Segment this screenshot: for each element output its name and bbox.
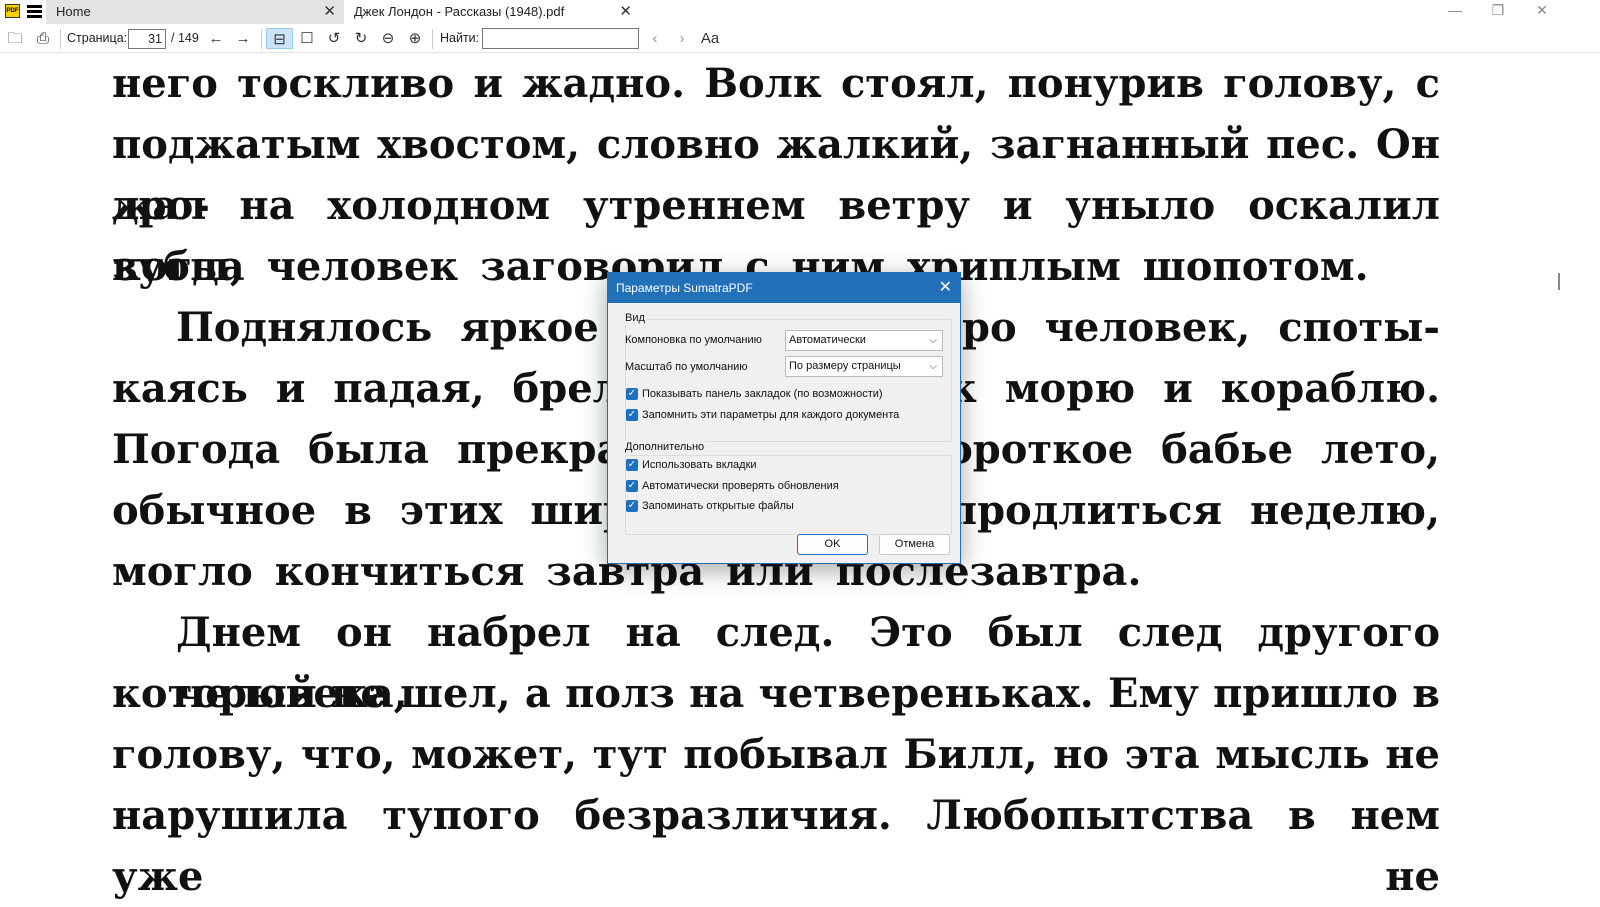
page-label: Страница: — [67, 31, 128, 45]
close-tab-icon[interactable]: ✕ — [323, 0, 336, 24]
check-updates-checkbox[interactable]: ✓ Автоматически проверять обновления — [626, 479, 839, 493]
text-line: Днем он набрел на след. Это был след дру… — [176, 609, 1440, 717]
remember-settings-checkbox[interactable]: ✓ Запомнить эти параметры для каждого док… — [626, 408, 899, 422]
text-segment: о продлиться неделю, — [893, 487, 1440, 534]
show-bookmarks-checkbox[interactable]: ✓ Показывать панель закладок (по возможно… — [626, 387, 883, 401]
checkmark-icon: ✓ — [626, 480, 638, 492]
checkbox-label: Запоминать открытые файлы — [642, 500, 794, 512]
dialog-title: Параметры SumatraPDF — [616, 281, 753, 295]
zoom-out-icon[interactable]: ⊖ — [377, 28, 399, 49]
find-prev-icon[interactable]: ‹ — [645, 28, 665, 49]
tab-label: Джек Лондон - Рассказы (1948).pdf — [354, 4, 565, 19]
zoom-label: Масштаб по умолчанию — [625, 361, 748, 373]
text-line: который не шел, а полз на четвереньках. … — [112, 670, 1440, 717]
tab-label: Home — [56, 4, 91, 19]
remember-files-checkbox[interactable]: ✓ Запоминать открытые файлы — [626, 499, 794, 513]
checkmark-icon: ✓ — [626, 388, 638, 400]
toolbar: 🗀 ⎙ Страница: 31 / 149 ← → ⊟ ☐ ↺ ↻ ⊖ ⊕ Н… — [0, 24, 1600, 53]
rotate-left-icon[interactable]: ↺ — [323, 28, 345, 49]
tab-document[interactable]: Джек Лондон - Рассказы (1948).pdf ✕ — [344, 0, 640, 24]
checkbox-label: Автоматически проверять обновления — [642, 480, 839, 492]
separator — [261, 29, 262, 49]
next-page-icon[interactable]: → — [232, 28, 254, 49]
group-label: Вид — [624, 312, 646, 324]
find-input[interactable] — [482, 28, 639, 49]
text-line: жал на холодном утреннем ветру и уныло о… — [112, 182, 1440, 290]
text-segment: обычное в этих широ — [112, 487, 658, 534]
close-tab-icon[interactable]: ✕ — [619, 0, 632, 24]
text-segment: Поднялось яркое с — [176, 304, 652, 351]
open-folder-icon[interactable]: 🗀 — [5, 28, 25, 49]
layout-select[interactable]: Автоматически ⌵ — [785, 330, 943, 351]
zoom-in-icon[interactable]: ⊕ — [404, 28, 426, 49]
single-page-layout-icon[interactable]: ☐ — [296, 28, 318, 49]
text-line: нарушила тупого безразличия. Любопытства… — [112, 792, 1440, 900]
text-segment: каясь и падая, брел п — [112, 365, 679, 412]
rotate-right-icon[interactable]: ↻ — [350, 28, 372, 49]
text-segment: Погода была прекрас — [112, 426, 647, 473]
print-icon[interactable]: ⎙ — [32, 28, 54, 49]
text-line: голову, что, может, тут побывал Билл, но… — [112, 731, 1440, 778]
settings-dialog: Параметры SumatraPDF ✕ Вид Компоновка по … — [607, 272, 961, 564]
text-segment: утро человек, споты- — [911, 304, 1440, 351]
select-value: По размеру страницы — [789, 360, 901, 372]
page-number-input[interactable]: 31 — [128, 29, 166, 49]
chevron-down-icon: ⌵ — [929, 335, 937, 346]
close-icon[interactable]: ✕ — [939, 273, 952, 303]
maximize-button[interactable]: ❐ — [1483, 2, 1513, 19]
minimize-button[interactable]: — — [1440, 2, 1470, 18]
cancel-button[interactable]: Отмена — [879, 534, 950, 555]
text-line: него тоскливо и жадно. Волк стоял, понур… — [112, 60, 1440, 107]
chevron-down-icon: ⌵ — [929, 361, 937, 372]
text-segment: короткое бабье лето, — [917, 426, 1440, 473]
separator — [60, 29, 61, 49]
app-logo-icon: PDF — [5, 4, 20, 18]
ok-button[interactable]: OK — [797, 534, 868, 555]
find-label: Найти: — [440, 31, 480, 45]
select-value: Автоматически — [789, 334, 866, 346]
use-tabs-checkbox[interactable]: ✓ Использовать вкладки — [626, 458, 757, 472]
prev-page-icon[interactable]: ← — [205, 28, 227, 49]
match-case-icon[interactable]: Aa — [699, 28, 721, 49]
checkbox-label: Показывать панель закладок (по возможнос… — [642, 388, 883, 400]
checkmark-icon: ✓ — [626, 459, 638, 471]
separator — [432, 29, 433, 49]
tab-home[interactable]: Home ✕ — [46, 0, 344, 24]
checkmark-icon: ✓ — [626, 500, 638, 512]
continuous-layout-icon[interactable]: ⊟ — [266, 28, 293, 49]
text-segment: к морю и кораблю. — [947, 365, 1440, 412]
checkbox-label: Запомнить эти параметры для каждого доку… — [642, 409, 900, 421]
title-bar: PDF Home ✕ Джек Лондон - Рассказы (1948).… — [0, 0, 1600, 24]
hamburger-menu-icon[interactable] — [27, 5, 42, 18]
find-next-icon[interactable]: › — [672, 28, 692, 49]
layout-label: Компоновка по умолчанию — [625, 334, 762, 346]
scrollbar-thumb[interactable] — [1558, 273, 1560, 290]
dialog-title-bar: Параметры SumatraPDF ✕ — [608, 273, 960, 303]
zoom-select[interactable]: По размеру страницы ⌵ — [785, 356, 943, 377]
text-line: поджатым хвостом, словно жалкий, загнанн… — [112, 121, 1440, 229]
checkmark-icon: ✓ — [626, 409, 638, 421]
checkbox-label: Использовать вкладки — [642, 459, 757, 471]
close-window-button[interactable]: ✕ — [1527, 2, 1557, 19]
group-label: Дополнительно — [624, 441, 706, 453]
page-total: / 149 — [171, 31, 199, 45]
